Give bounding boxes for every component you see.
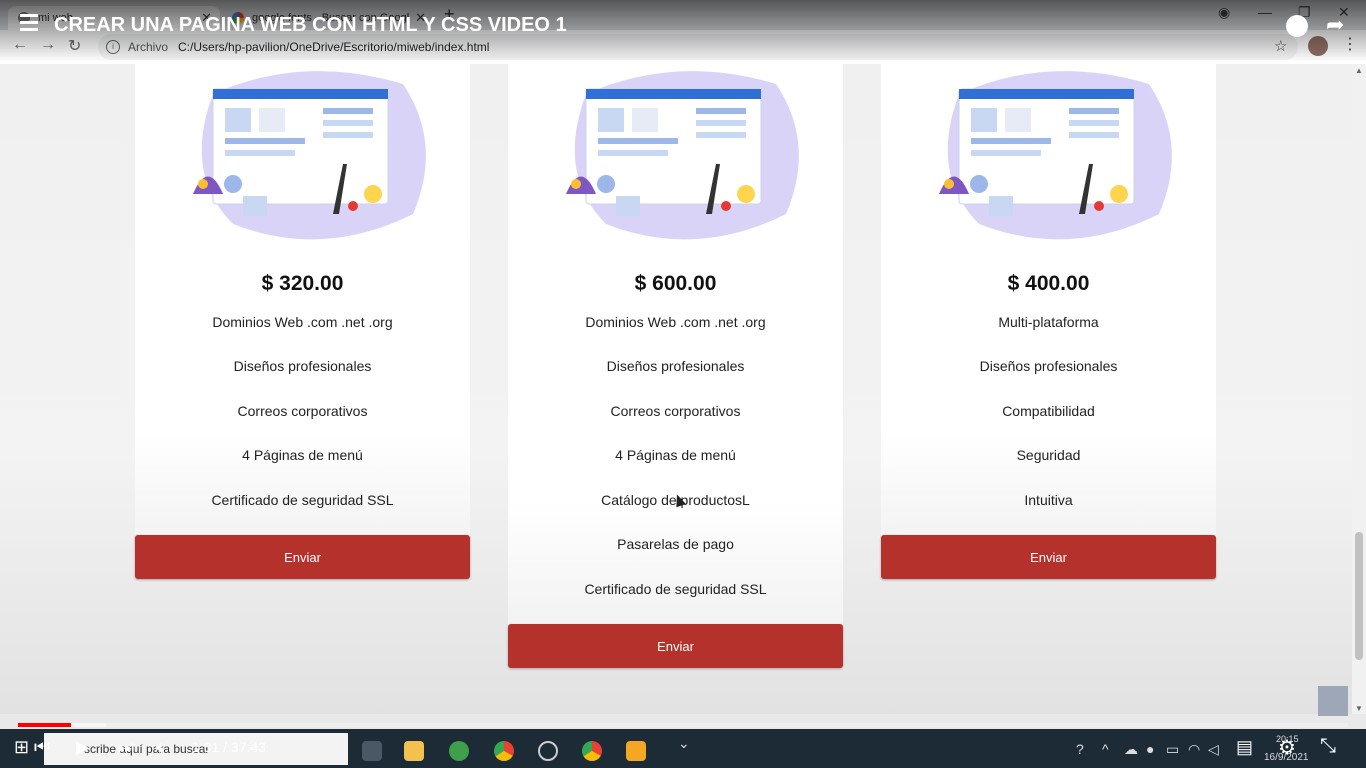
back-icon[interactable]: ← (12, 36, 28, 54)
bookmark-star-icon[interactable]: ☆ (1274, 37, 1287, 55)
help-icon[interactable]: ? (1076, 741, 1084, 757)
pricing-card-premium: $ 600.00 Dominios Web .com .net .org Dis… (508, 64, 843, 669)
feature-item: 4 Páginas de menú (615, 447, 736, 463)
reload-icon[interactable]: ↻ (68, 36, 81, 56)
page-scrollbar[interactable]: ▲ ▼ (1352, 64, 1366, 714)
share-icon[interactable]: ➦ (1326, 12, 1344, 38)
microphone-icon[interactable]: ● (1146, 741, 1154, 757)
feature-item: Diseños profesionales (233, 358, 372, 374)
scrollbar-thumb[interactable] (1355, 532, 1363, 660)
tab-search-icon[interactable]: ◉ (1218, 4, 1230, 21)
play-icon[interactable]: ▶ (76, 737, 90, 758)
enviar-button[interactable]: Enviar (881, 535, 1216, 579)
wifi-icon[interactable]: ◠ (1188, 741, 1200, 758)
played-bar (18, 723, 72, 727)
sublime-text-icon[interactable] (626, 741, 646, 761)
feature-item: Intuitiva (1024, 492, 1073, 508)
video-title[interactable]: CREAR UNA PAGINA WEB CON HTML Y CSS VIDE… (54, 14, 567, 37)
web-design-illustration (566, 71, 799, 240)
onedrive-icon[interactable]: ☁ (1124, 741, 1138, 758)
feature-item: Dominios Web .com .net .org (585, 314, 766, 330)
next-video-icon[interactable]: ⏭ (118, 737, 134, 758)
enviar-button[interactable]: Enviar (135, 535, 470, 579)
feature-item: Seguridad (1016, 447, 1081, 463)
volume-icon[interactable]: 🔈︎ (156, 737, 167, 758)
price: $ 320.00 (261, 272, 344, 295)
settings-gear-icon[interactable]: ⚙ (1278, 735, 1296, 760)
chrome-icon[interactable] (582, 741, 602, 761)
feature-item: Certificado de seguridad SSL (211, 492, 394, 508)
battery-icon[interactable]: ▭ (1166, 741, 1179, 758)
playlist-menu-icon[interactable] (20, 14, 40, 35)
pricing-card-basic: $ 320.00 Dominios Web .com .net .org Dis… (135, 64, 470, 580)
windows-start-icon[interactable]: ⊞ (14, 737, 29, 758)
pricing-card-standard: $ 400.00 Multi-plataforma Diseños profes… (881, 64, 1216, 580)
profile-avatar[interactable] (1308, 36, 1328, 56)
watch-later-icon[interactable] (1286, 15, 1308, 37)
obs-icon[interactable] (538, 741, 558, 761)
feature-item: 4 Páginas de menú (242, 447, 363, 463)
address-url: C:/Users/hp-pavilion/OneDrive/Escritorio… (178, 40, 490, 54)
volume-icon[interactable]: ◁ (1208, 741, 1219, 758)
chevron-down-icon[interactable]: ⌄ (678, 735, 690, 752)
feature-item: Multi-plataforma (998, 314, 1099, 330)
feature-item: Correos corporativos (237, 403, 368, 419)
page-viewport: $ 320.00 Dominios Web .com .net .org Dis… (0, 64, 1352, 714)
forward-icon[interactable]: → (40, 36, 56, 54)
exit-fullscreen-icon[interactable]: ⤡ (1320, 735, 1336, 758)
feature-item: Certificado de seguridad SSL (584, 581, 767, 597)
address-bar[interactable]: i Archivo C:/Users/hp-pavilion/OneDrive/… (98, 34, 1298, 60)
video-controls: ⊞ ⏮ ▶ ⏭ 🔈︎ 1:31 / 37:43 (0, 729, 500, 768)
subtitles-icon[interactable]: ▤ (1236, 737, 1253, 758)
previous-video-icon[interactable]: ⏮ (34, 737, 50, 758)
feature-item: Dominios Web .com .net .org (212, 314, 393, 330)
feature-item: Correos corporativos (610, 403, 741, 419)
time-display: 1:31 / 37:43 (192, 739, 266, 755)
scroll-down-icon[interactable]: ▼ (1355, 704, 1363, 713)
minimize-icon[interactable]: — (1258, 4, 1272, 20)
feature-item: Pasarelas de pago (617, 536, 734, 552)
price: $ 400.00 (1007, 272, 1090, 295)
scroll-up-icon[interactable]: ▲ (1355, 66, 1363, 75)
web-design-illustration (193, 71, 426, 240)
feature-item: Compatibilidad (1002, 403, 1095, 419)
web-design-illustration (939, 71, 1172, 240)
address-scheme: Archivo (128, 40, 169, 54)
feature-item: Diseños profesionales (979, 358, 1118, 374)
price: $ 600.00 (634, 272, 717, 295)
enviar-button[interactable]: Enviar (508, 624, 843, 668)
tray-expand-icon[interactable]: ^ (1102, 741, 1109, 757)
video-progress-bar[interactable] (18, 723, 1348, 727)
channel-avatar[interactable] (1318, 686, 1348, 716)
info-icon[interactable]: i (106, 40, 120, 54)
feature-item: Diseños profesionales (606, 358, 745, 374)
